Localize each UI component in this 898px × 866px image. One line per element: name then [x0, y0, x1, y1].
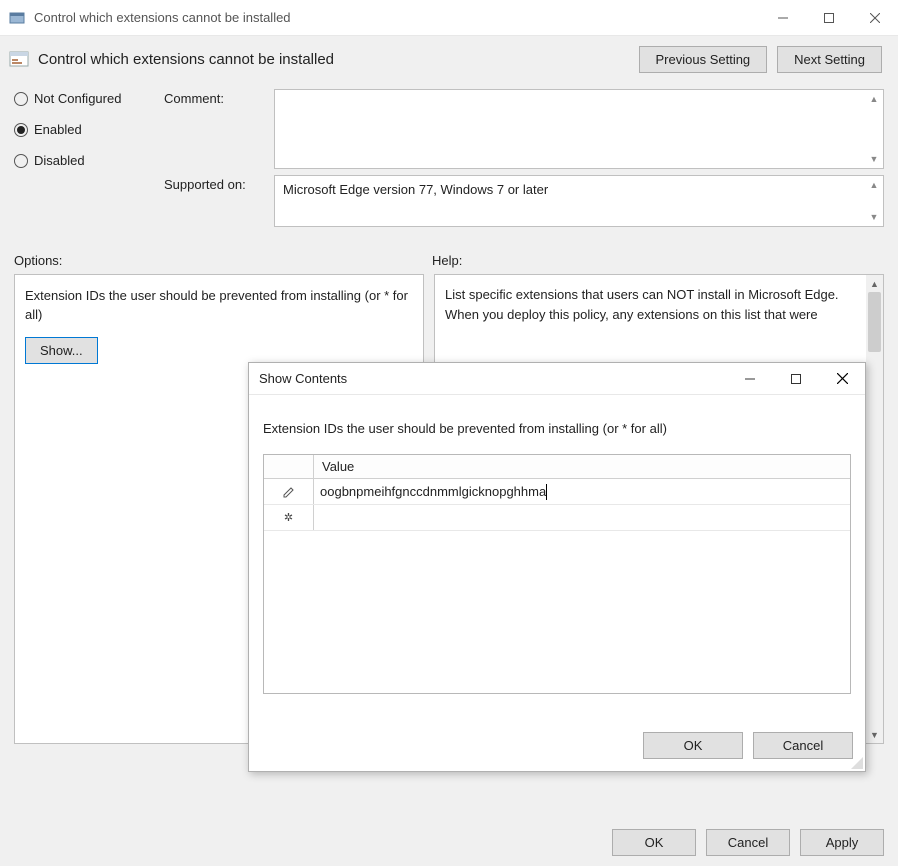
- maximize-button[interactable]: [806, 0, 852, 36]
- scrollbar-track[interactable]: [866, 352, 883, 726]
- grid-cell-value: oogbnpmeihfgnccdnmmlgicknopghhma: [320, 484, 546, 499]
- dialog-titlebar: Show Contents: [249, 363, 865, 395]
- new-row-icon: ✲: [264, 505, 314, 530]
- ok-button[interactable]: OK: [612, 829, 696, 856]
- minimize-button[interactable]: [760, 0, 806, 36]
- close-button[interactable]: [852, 0, 898, 36]
- help-label: Help:: [432, 253, 884, 268]
- bottom-button-bar: OK Cancel Apply: [612, 829, 884, 856]
- scroll-up-icon[interactable]: ▲: [866, 275, 883, 292]
- grid-cell[interactable]: [314, 505, 850, 530]
- edit-row-icon: [264, 479, 314, 504]
- grid-row[interactable]: oogbnpmeihfgnccdnmmlgicknopghhma: [264, 479, 850, 505]
- help-scrollbar[interactable]: ▲ ▼: [866, 275, 883, 743]
- header-title: Control which extensions cannot be insta…: [38, 51, 639, 68]
- dialog-minimize-button[interactable]: [727, 363, 773, 395]
- scroll-down-icon[interactable]: ▼: [867, 152, 881, 166]
- cancel-button[interactable]: Cancel: [706, 829, 790, 856]
- grid-column-header: Value: [314, 455, 850, 478]
- dialog-title: Show Contents: [259, 371, 727, 386]
- radio-label: Enabled: [34, 122, 82, 137]
- grid-row[interactable]: ✲: [264, 505, 850, 531]
- dialog-close-button[interactable]: [819, 363, 865, 395]
- dialog-cancel-button[interactable]: Cancel: [753, 732, 853, 759]
- radio-disabled[interactable]: Disabled: [14, 153, 164, 168]
- supported-textarea: Microsoft Edge version 77, Windows 7 or …: [274, 175, 884, 227]
- show-contents-dialog: Show Contents Extension IDs the user sho…: [248, 362, 866, 772]
- app-icon: [8, 9, 26, 27]
- header-row: Control which extensions cannot be insta…: [0, 36, 898, 83]
- comment-textarea[interactable]: ▲ ▼: [274, 89, 884, 169]
- radio-icon: [14, 123, 28, 137]
- values-grid[interactable]: Value oogbnpmeihfgnccdnmmlgicknopghhma ✲: [263, 454, 851, 694]
- grid-header: Value: [264, 455, 850, 479]
- scroll-down-icon[interactable]: ▼: [866, 726, 883, 743]
- dialog-button-bar: OK Cancel: [643, 732, 853, 759]
- dialog-ok-button[interactable]: OK: [643, 732, 743, 759]
- apply-button[interactable]: Apply: [800, 829, 884, 856]
- supported-label: Supported on:: [164, 175, 274, 227]
- titlebar: Control which extensions cannot be insta…: [0, 0, 898, 36]
- scrollbar-thumb[interactable]: [868, 292, 881, 352]
- scroll-up-icon[interactable]: ▲: [867, 92, 881, 106]
- previous-setting-button[interactable]: Previous Setting: [639, 46, 768, 73]
- radio-label: Disabled: [34, 153, 85, 168]
- comment-label: Comment:: [164, 89, 274, 106]
- nav-buttons: Previous Setting Next Setting: [639, 46, 883, 73]
- supported-value: Microsoft Edge version 77, Windows 7 or …: [283, 182, 548, 197]
- radio-label: Not Configured: [34, 91, 121, 106]
- state-radio-group: Not Configured Enabled Disabled: [14, 89, 164, 168]
- radio-not-configured[interactable]: Not Configured: [14, 91, 164, 106]
- config-area: Not Configured Enabled Disabled Comment:…: [0, 83, 898, 233]
- dialog-body: Extension IDs the user should be prevent…: [249, 395, 865, 694]
- show-button[interactable]: Show...: [25, 337, 98, 364]
- dialog-label: Extension IDs the user should be prevent…: [263, 421, 851, 436]
- options-text: Extension IDs the user should be prevent…: [25, 287, 413, 325]
- grid-cell[interactable]: oogbnpmeihfgnccdnmmlgicknopghhma: [314, 479, 850, 504]
- radio-icon: [14, 154, 28, 168]
- next-setting-button[interactable]: Next Setting: [777, 46, 882, 73]
- scroll-up-icon[interactable]: ▲: [867, 178, 881, 192]
- policy-icon: [8, 49, 30, 71]
- options-label: Options:: [14, 253, 432, 268]
- scroll-down-icon[interactable]: ▼: [867, 210, 881, 224]
- radio-icon: [14, 92, 28, 106]
- window-title: Control which extensions cannot be insta…: [34, 10, 760, 25]
- dialog-maximize-button[interactable]: [773, 363, 819, 395]
- section-labels: Options: Help:: [0, 233, 898, 274]
- grid-corner: [264, 455, 314, 478]
- resize-grip[interactable]: [851, 757, 863, 769]
- text-cursor: [546, 484, 547, 500]
- radio-enabled[interactable]: Enabled: [14, 122, 164, 137]
